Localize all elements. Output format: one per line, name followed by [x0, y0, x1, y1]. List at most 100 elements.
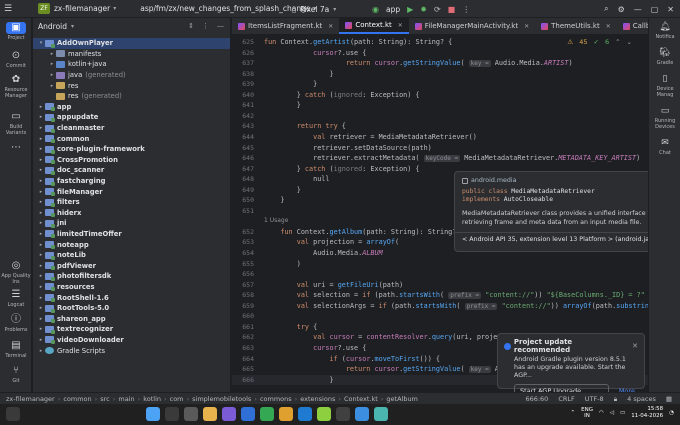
breadcrumb-item[interactable]: simplemobiletools: [192, 395, 251, 403]
tool-more[interactable]: ⋯: [0, 142, 32, 155]
android-studio-icon[interactable]: [317, 407, 331, 421]
chevron-right-icon[interactable]: ▸: [37, 316, 45, 322]
code-line[interactable]: }: [264, 70, 333, 78]
breadcrumb-item[interactable]: getAlbum: [386, 395, 418, 403]
code-line[interactable]: val selectionArgs = if (path.startsWith(…: [264, 302, 648, 310]
code-line[interactable]: val retriever = MediaMetadataRetriever(): [264, 133, 477, 141]
chevron-right-icon[interactable]: ▸: [37, 210, 45, 216]
project-view-selector[interactable]: Android: [38, 22, 67, 31]
app-icon[interactable]: [336, 407, 350, 421]
code-line[interactable]: retriever.setDataSource(path): [264, 144, 432, 152]
minimize-icon[interactable]: —: [634, 5, 642, 14]
close-icon[interactable]: ✕: [328, 23, 333, 30]
tool-running-devices[interactable]: ▭ Running Devices: [649, 106, 680, 130]
tree-item[interactable]: ▸ app: [33, 102, 230, 113]
code-line[interactable]: null: [264, 175, 329, 183]
chevron-right-icon[interactable]: ▸: [37, 189, 45, 195]
tree-item[interactable]: ▸ RootShell-1.6: [33, 292, 230, 303]
tree-item[interactable]: ▸ noteapp: [33, 239, 230, 250]
code-line[interactable]: cursor?.use {: [264, 344, 366, 352]
tree-item[interactable]: ▸ textrecognizer: [33, 324, 230, 335]
wifi-icon[interactable]: ◠: [599, 410, 604, 416]
tree-item[interactable]: ▸ resources: [33, 282, 230, 293]
tree-item[interactable]: ▸ fastcharging: [33, 176, 230, 187]
app-icon[interactable]: [279, 407, 293, 421]
more-icon[interactable]: ⋮: [462, 5, 470, 14]
chevron-right-icon[interactable]: ▸: [37, 125, 45, 131]
tree-item[interactable]: ▸ appupdate: [33, 112, 230, 123]
tool-git[interactable]: ⑂ Git: [0, 365, 32, 384]
hide-icon[interactable]: —: [217, 22, 224, 30]
tree-item[interactable]: res (generated): [33, 91, 230, 102]
usage-hint[interactable]: 1 Usage: [264, 217, 288, 224]
chevron-right-icon[interactable]: ▸: [37, 295, 45, 301]
options-icon[interactable]: ⋮: [202, 22, 209, 30]
breadcrumb-item[interactable]: Context.kt: [344, 395, 378, 403]
maximize-icon[interactable]: ▢: [651, 5, 659, 14]
lock-icon[interactable]: 🔒︎: [614, 395, 617, 404]
tree-item[interactable]: ▸ java (generated): [33, 70, 230, 81]
debug-icon[interactable]: ✹: [420, 5, 427, 14]
chevron-down-icon[interactable]: ⌄: [627, 38, 632, 46]
code-line[interactable]: retriever.extractMetadata( keyCode = Med…: [264, 154, 640, 163]
chevron-right-icon[interactable]: ▸: [48, 72, 56, 78]
app-icon[interactable]: [374, 407, 388, 421]
code-line[interactable]: try {: [264, 323, 317, 331]
chevron-right-icon[interactable]: ▸: [37, 305, 45, 311]
editor-tab[interactable]: ThemeUtils.kt ✕: [535, 18, 617, 34]
chevron-right-icon[interactable]: ▸: [37, 231, 45, 237]
code-line[interactable]: val projection = arrayOf(: [264, 238, 399, 246]
chevron-right-icon[interactable]: ▸: [37, 337, 45, 343]
breadcrumb-item[interactable]: extensions: [300, 395, 335, 403]
chevron-right-icon[interactable]: ▸: [37, 104, 45, 110]
code-line[interactable]: }: [264, 101, 301, 109]
tool-terminal[interactable]: ▤ Terminal: [0, 340, 32, 359]
editor-tab[interactable]: ItemsListFragment.kt ✕: [232, 18, 339, 34]
breadcrumb-item[interactable]: zx-filemanager: [6, 395, 55, 403]
chevron-right-icon[interactable]: ▸: [48, 51, 56, 57]
chevron-right-icon[interactable]: ▸: [37, 146, 45, 152]
chevron-right-icon[interactable]: ▸: [48, 61, 56, 67]
breadcrumb-item[interactable]: commons: [260, 395, 292, 403]
project-name[interactable]: zx-filemanager: [54, 4, 110, 13]
tree-item[interactable]: ▸ shareon_app: [33, 313, 230, 324]
code-line[interactable]: }: [264, 376, 333, 384]
tree-item[interactable]: ▸ filters: [33, 197, 230, 208]
indent-setting[interactable]: 4 spaces: [627, 395, 656, 403]
volume-icon[interactable]: ◁: [610, 410, 614, 416]
tree-item[interactable]: ▸ pdfViewer: [33, 260, 230, 271]
tree-item[interactable]: ▸ RootTools-5.0: [33, 303, 230, 314]
close-icon[interactable]: ✕: [667, 5, 674, 14]
tree-item[interactable]: ▸ res: [33, 80, 230, 91]
chevron-right-icon[interactable]: ▸: [37, 167, 45, 173]
chevron-up-icon[interactable]: ⌃: [571, 410, 576, 416]
project-badge[interactable]: ZF: [38, 3, 50, 14]
file-explorer-icon[interactable]: [203, 407, 217, 421]
breadcrumb-item[interactable]: main: [118, 395, 134, 403]
code-line[interactable]: Audio.Media.ALBUM: [264, 249, 383, 257]
tree-item[interactable]: ▸ jni: [33, 218, 230, 229]
tool-commit[interactable]: ⊙ Commit: [0, 50, 32, 69]
tool-chat[interactable]: ✉ Chat: [649, 138, 680, 156]
chevron-right-icon[interactable]: ▸: [37, 178, 45, 184]
tree-item[interactable]: ▸ kotlin+java: [33, 59, 230, 70]
chevron-right-icon[interactable]: ▸: [37, 263, 45, 269]
code-line[interactable]: }: [264, 196, 284, 204]
close-icon[interactable]: ✕: [606, 23, 611, 30]
chevron-right-icon[interactable]: ▸: [37, 157, 45, 163]
code-line[interactable]: } catch (ignored: Exception) {: [264, 165, 420, 173]
chevron-right-icon[interactable]: ▸: [37, 273, 45, 279]
file-encoding[interactable]: UTF-8: [585, 395, 604, 403]
notification-center-icon[interactable]: ◔: [669, 410, 674, 416]
code-line[interactable]: fun Context.getArtist(path: String): Str…: [264, 38, 452, 46]
tool-resource-manager[interactable]: ✿ Resource Manager: [0, 74, 32, 99]
tool-app-quality[interactable]: ◎ App Quality Ins: [0, 260, 32, 285]
editor-tab[interactable]: Context.kt ✕: [339, 18, 409, 34]
chevron-right-icon[interactable]: ▸: [37, 114, 45, 120]
tool-notifications[interactable]: 🔔︎ Notifica: [649, 22, 680, 40]
chevron-right-icon[interactable]: ▸: [37, 326, 45, 332]
search-icon[interactable]: ⌕: [604, 4, 608, 14]
code-line[interactable]: val selection = if (path.startsWith( pre…: [264, 291, 648, 300]
inspection-status[interactable]: ⚠ 45 ✓ 6 ⌃ ⌄: [567, 38, 632, 46]
vscode-icon[interactable]: [298, 407, 312, 421]
